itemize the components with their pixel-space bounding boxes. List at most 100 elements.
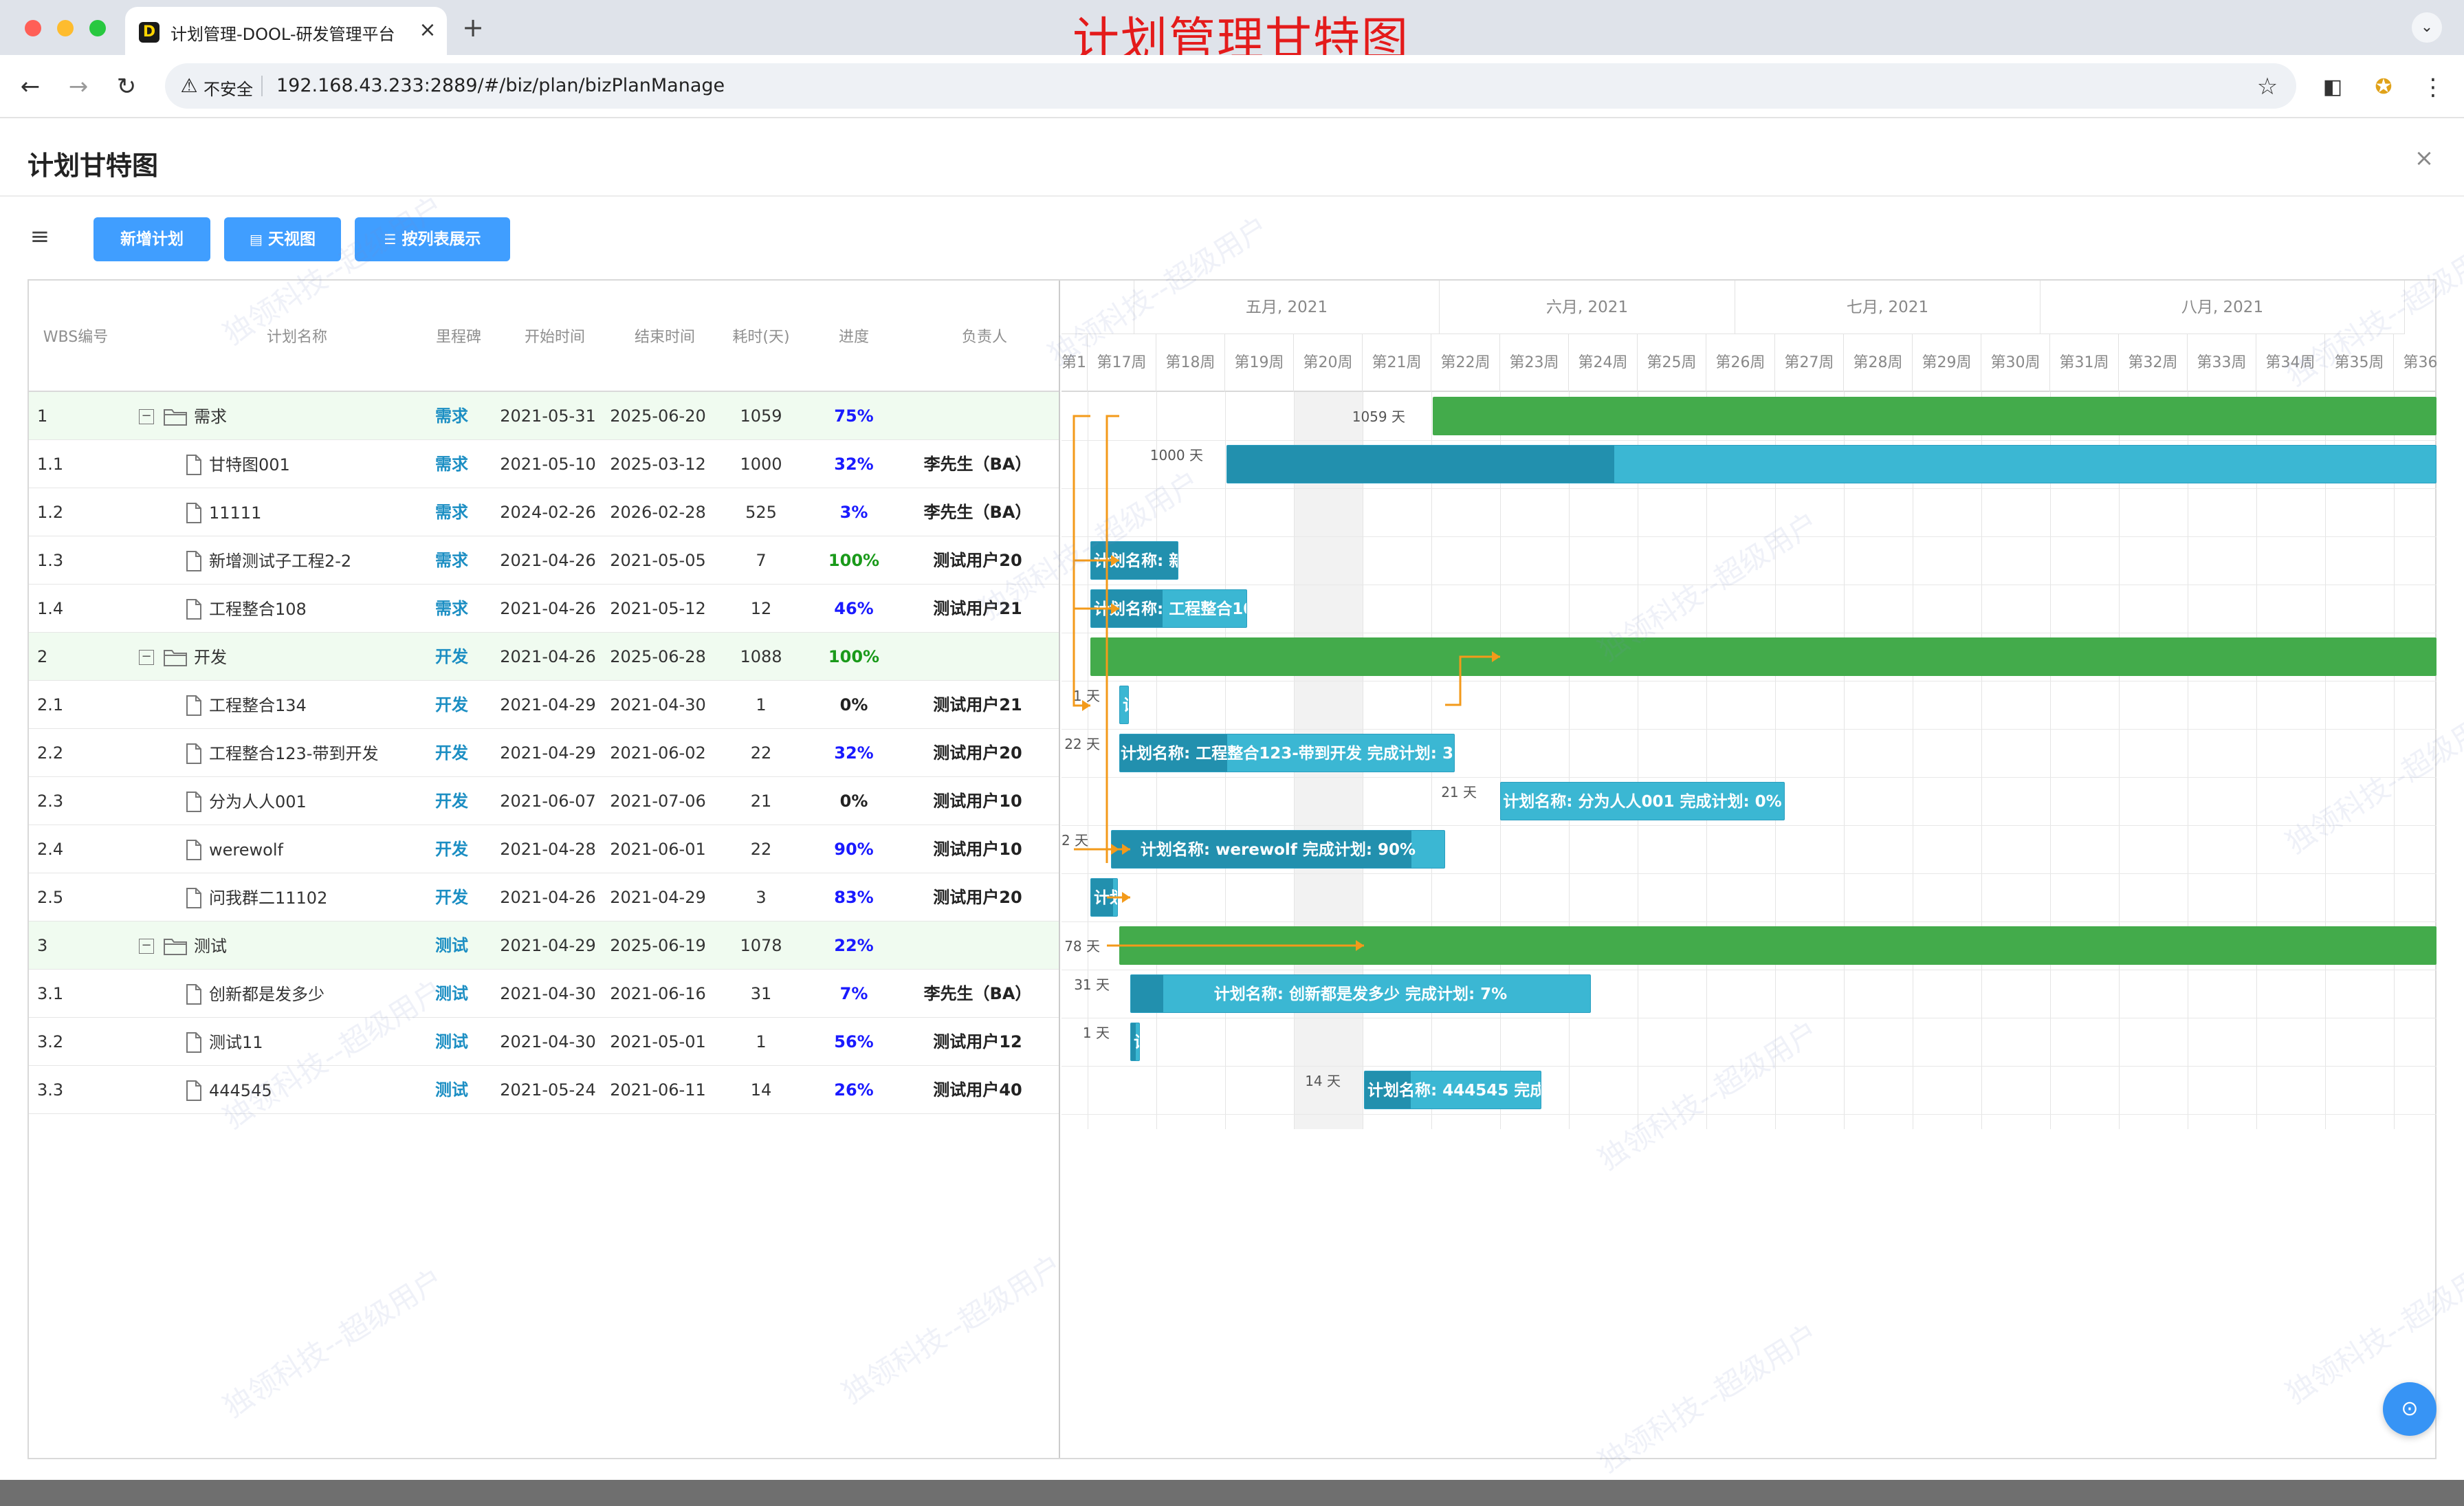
task-row[interactable]: 1.2 11111 需求 2024-02-26 2026-02-28 525 3% 李先生（B… [29, 488, 1059, 536]
timeline-header: 五月, 2021六月, 2021七月, 2021八月, 2021 第16周第17周… [1062, 281, 2436, 392]
owner-cell: 测试用户21 [933, 599, 1022, 618]
column-header[interactable]: WBS编号 [34, 325, 117, 349]
forward-button[interactable]: → [62, 70, 95, 103]
column-header[interactable]: 计划名称 [166, 325, 428, 349]
duration-cell: 21 [750, 792, 772, 811]
plan-name-text: 11111 [209, 503, 262, 523]
owner-cell: 李先生（BA） [923, 455, 1032, 474]
menu-icon[interactable]: ≡ [26, 223, 54, 250]
week-header: 第29周 [1913, 334, 1981, 392]
task-row[interactable]: 3.1 创新都是发多少 测试 2021-04-30 2021-06-16 31 7% 李先生（… [29, 970, 1059, 1018]
progress-cell: 100% [828, 647, 880, 666]
back-button[interactable]: ← [14, 70, 47, 103]
end-date-cell: 2021-04-30 [610, 695, 706, 714]
close-icon[interactable]: × [2409, 143, 2439, 173]
column-header[interactable]: 耗时(天) [716, 325, 806, 349]
owner-cell [902, 392, 1053, 440]
milestone-cell: 开发 [435, 888, 468, 907]
group-row[interactable]: 2 − 开发 开发 2021-04-26 2025-06-28 1088 100% [29, 633, 1059, 681]
url-text[interactable]: 192.168.43.233:2889/#/biz/plan/bizPlanMa… [276, 75, 725, 96]
tab-search-chevron-icon[interactable]: ⌄ [2412, 12, 2442, 43]
progress-cell: 75% [834, 406, 874, 426]
start-date-cell: 2021-04-30 [500, 1032, 596, 1051]
task-row[interactable]: 1.1 甘特图001 需求 2021-05-10 2025-03-12 1000 32% 李先… [29, 440, 1059, 488]
task-row[interactable]: 2.3 分为人人001 开发 2021-06-07 2021-07-06 21 0% 测试用户… [29, 777, 1059, 825]
milestone-cell: 测试 [435, 984, 468, 1003]
group-row[interactable]: 1 − 需求 需求 2021-05-31 2025-06-20 1059 75% [29, 392, 1059, 440]
extension-icon[interactable]: ✪ [2368, 72, 2399, 103]
milestone-cell: 需求 [435, 455, 468, 474]
plan-name-text: 甘特图001 [209, 455, 290, 474]
warning-icon[interactable]: ⚠ [177, 74, 201, 98]
column-header[interactable]: 进度 [813, 325, 895, 349]
address-bar[interactable]: ⚠ 不安全 192.168.43.233:2889/#/biz/plan/biz… [165, 63, 2296, 109]
link-arrow [1111, 603, 1119, 614]
column-header[interactable]: 里程碑 [428, 325, 490, 349]
dependency-links [1072, 415, 1500, 951]
task-row[interactable]: 1.3 新增测试子工程2-2 需求 2021-04-26 2021-05-05 7 100%… [29, 536, 1059, 585]
plan-name-text: 创新都是发多少 [209, 985, 324, 1004]
progress-cell: 7% [839, 984, 868, 1003]
duration-cell: 31 [750, 984, 772, 1003]
day-view-button[interactable]: ▤ 天视图 [224, 217, 341, 261]
dependency-link [1445, 655, 1500, 706]
more-menu-icon[interactable]: ⋮ [2417, 72, 2449, 103]
collapse-icon[interactable]: − [139, 409, 154, 424]
window-maximize-button[interactable] [89, 20, 106, 36]
duration-cell: 12 [750, 599, 772, 618]
wbs-cell: 2.2 [37, 743, 64, 763]
task-row[interactable]: 2.4 werewolf 开发 2021-04-28 2021-06-01 22 90% 测试… [29, 825, 1059, 873]
collapse-icon[interactable]: − [139, 939, 154, 954]
end-date-cell: 2021-06-16 [610, 984, 706, 1003]
camera-icon[interactable]: ⊙ [2383, 1382, 2436, 1436]
star-icon[interactable]: ☆ [2252, 72, 2282, 102]
milestone-cell: 测试 [435, 936, 468, 955]
timeline-body: 1059 天1000 天计划名称: 新计划名称: 工程整合10计1 天计划名称:… [1062, 392, 2436, 1458]
end-date-cell: 2021-06-11 [610, 1080, 706, 1100]
security-label[interactable]: 不安全 [204, 76, 253, 100]
week-header: 第33周 [2188, 334, 2256, 392]
task-row[interactable]: 3.3 444545 测试 2021-05-24 2021-06-11 14 26% 测试用户… [29, 1066, 1059, 1114]
calendar-icon: ▤ [250, 231, 263, 248]
reload-button[interactable]: ↻ [110, 70, 143, 103]
wbs-cell: 2.1 [37, 695, 64, 714]
window-close-button[interactable] [25, 20, 41, 36]
wbs-cell: 1.3 [37, 551, 64, 570]
file-icon [186, 695, 202, 716]
milestone-cell: 测试 [435, 1080, 468, 1100]
start-date-cell: 2021-04-26 [500, 888, 596, 907]
column-header[interactable]: 开始时间 [503, 325, 606, 349]
tab-close-icon[interactable]: × [414, 17, 441, 44]
duration-cell: 22 [750, 743, 772, 763]
progress-cell: 83% [834, 888, 874, 907]
column-header[interactable]: 负责人 [909, 325, 1059, 349]
start-date-cell: 2021-05-24 [500, 1080, 596, 1100]
start-date-cell: 2021-04-29 [500, 743, 596, 763]
column-header[interactable]: 结束时间 [613, 325, 716, 349]
task-row[interactable]: 2.2 工程整合123-带到开发 开发 2021-04-29 2021-06-02 22 3… [29, 729, 1059, 777]
new-tab-button[interactable]: + [458, 12, 488, 43]
duration-cell: 1000 [740, 455, 782, 474]
link-arrow [1111, 844, 1119, 855]
window-minimize-button[interactable] [57, 20, 74, 36]
day-view-label: 天视图 [267, 230, 316, 248]
milestone-cell: 需求 [435, 599, 468, 618]
browser-tab[interactable]: D 计划管理-DOOL-研发管理平台 × [125, 7, 447, 55]
group-row[interactable]: 3 − 测试 测试 2021-04-29 2025-06-19 1078 22% [29, 921, 1059, 970]
duration-cell: 22 [750, 840, 772, 859]
progress-cell: 46% [834, 599, 874, 618]
add-plan-label: 新增计划 [120, 230, 184, 248]
week-header: 第36周 [2394, 334, 2437, 392]
plan-name-text: 444545 [209, 1081, 272, 1100]
collapse-icon[interactable]: − [139, 650, 154, 665]
add-plan-button[interactable]: 新增计划 [94, 217, 210, 261]
browser-tab-bar: D 计划管理-DOOL-研发管理平台 × + 计划管理甘特图 ⌄ [0, 0, 2464, 67]
side-panel-icon[interactable]: ◧ [2317, 72, 2348, 103]
task-row[interactable]: 2.5 问我群二11102 开发 2021-04-26 2021-04-29 3 83% 测试… [29, 873, 1059, 921]
task-row[interactable]: 2.1 工程整合134 开发 2021-04-29 2021-04-30 1 0% 测试用户2… [29, 681, 1059, 729]
task-row[interactable]: 3.2 测试11 测试 2021-04-30 2021-05-01 1 56% 测试用户12 [29, 1018, 1059, 1066]
end-date-cell: 2021-06-01 [610, 840, 706, 859]
task-row[interactable]: 1.4 工程整合108 需求 2021-04-26 2021-05-12 12 46% 测试用… [29, 585, 1059, 633]
list-view-button[interactable]: ☰ 按列表展示 [355, 217, 510, 261]
link-arrow [1111, 555, 1119, 566]
